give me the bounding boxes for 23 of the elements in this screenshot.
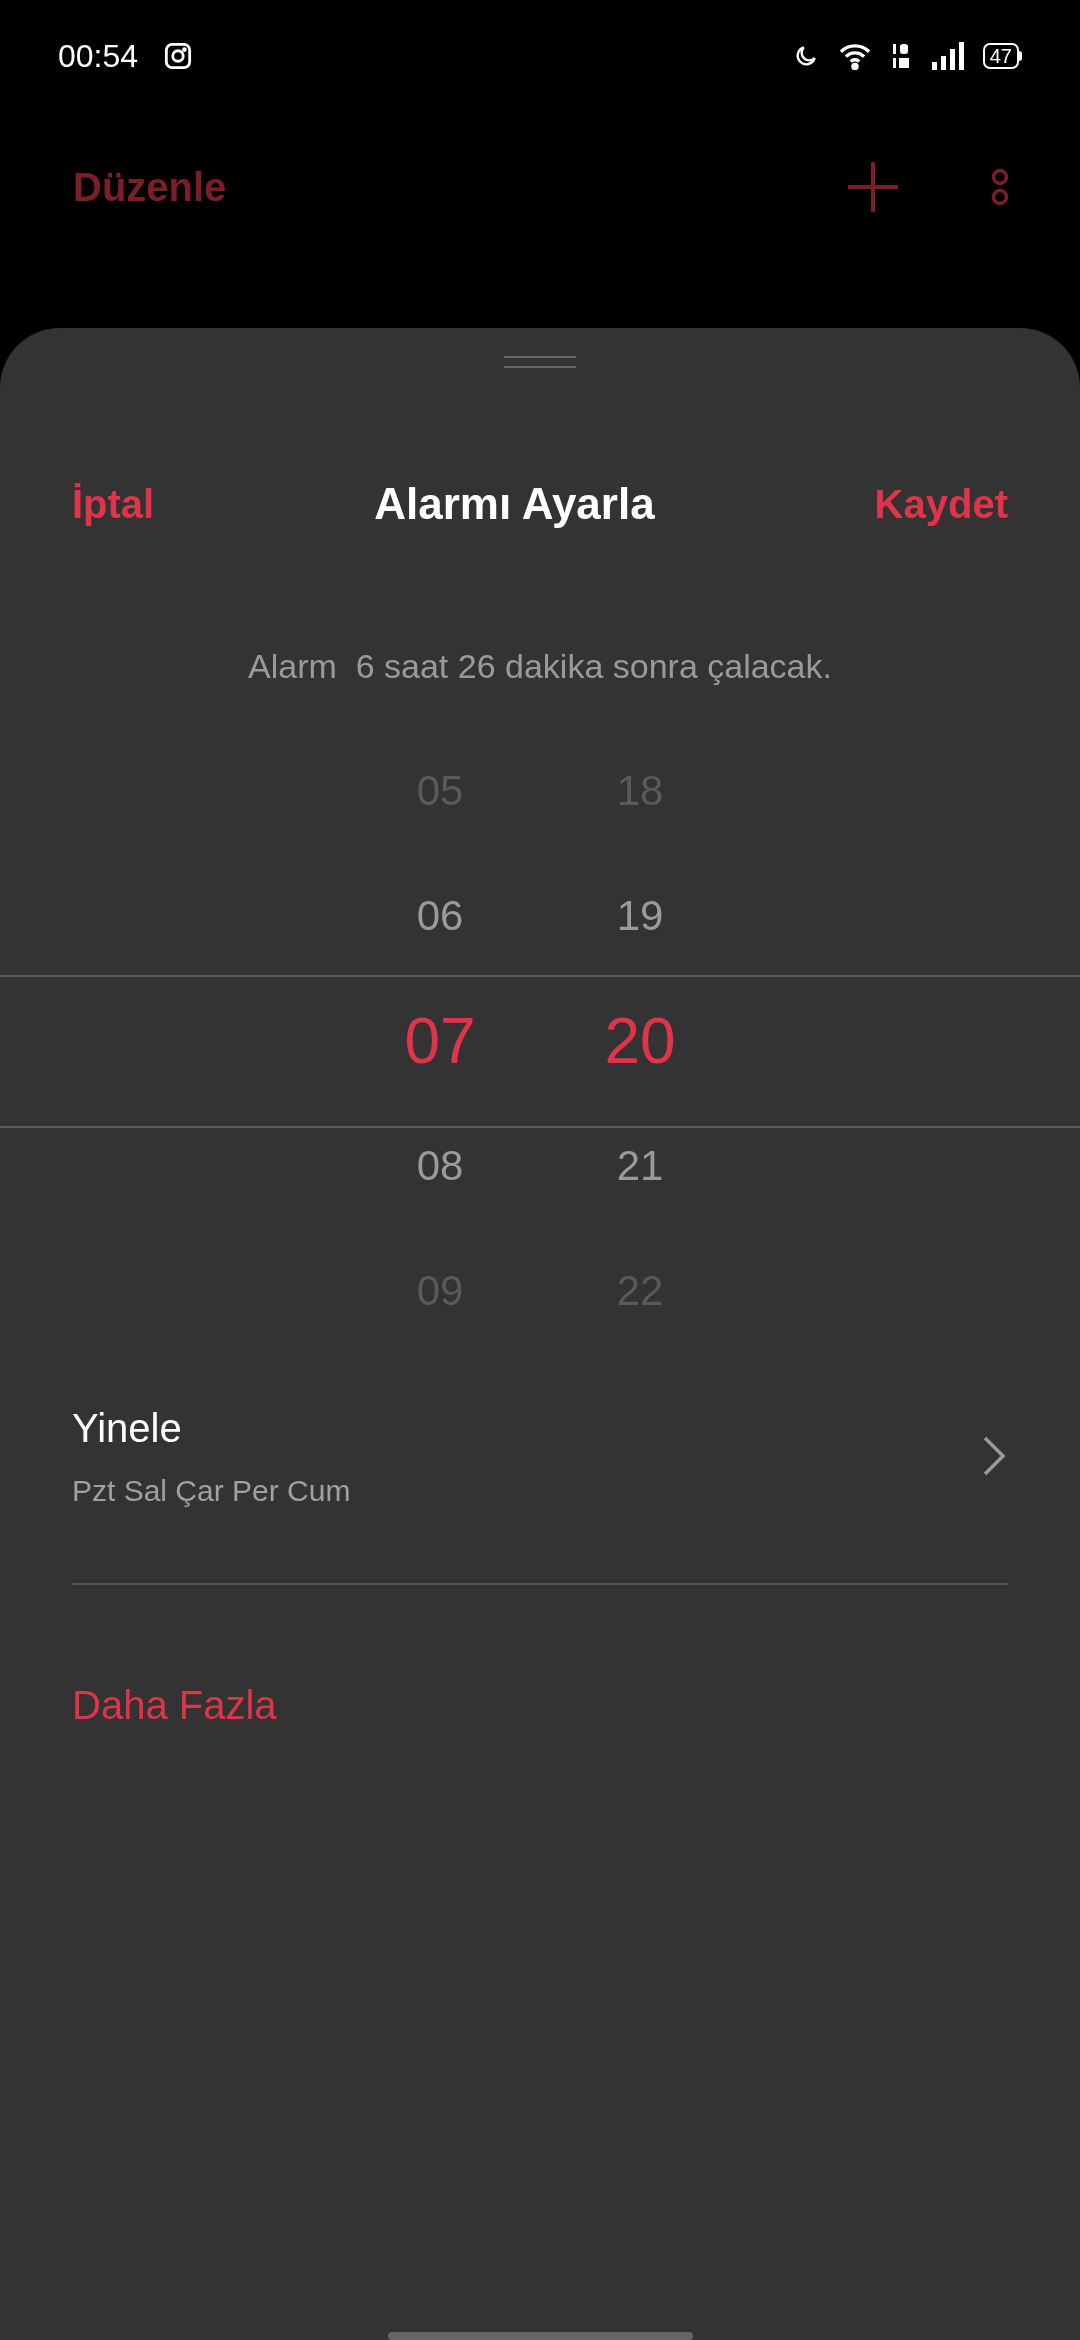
more-icon[interactable] <box>990 167 1010 207</box>
picker-value[interactable]: 20 <box>604 1008 676 1073</box>
picker-value[interactable]: 07 <box>404 1008 476 1073</box>
repeat-row[interactable]: Yinele Pzt Sal Çar Per Cum <box>72 1398 1008 1585</box>
camera-icon <box>164 42 193 70</box>
status-time: 00:54 <box>58 37 139 76</box>
plus-icon[interactable] <box>848 162 898 212</box>
battery-icon: 47 <box>982 43 1022 69</box>
sheet-title: Alarmı Ayarla <box>374 478 655 530</box>
repeat-title: Yinele <box>72 1405 183 1452</box>
chevron-right-icon <box>982 1434 1008 1477</box>
more-button[interactable]: Daha Fazla <box>72 1675 277 1735</box>
picker-value[interactable]: 21 <box>616 1144 664 1187</box>
drag-handle[interactable] <box>504 356 576 368</box>
save-button[interactable]: Kaydet <box>874 474 1008 534</box>
signal-icon <box>930 42 965 70</box>
repeat-days: Pzt Sal Çar Per Cum <box>72 1468 351 1513</box>
picker-value[interactable]: 19 <box>616 894 664 937</box>
edit-button[interactable]: Düzenle <box>73 157 227 217</box>
cancel-button[interactable]: İptal <box>72 474 155 534</box>
picker-value[interactable]: 06 <box>416 894 464 937</box>
alarm-info: Alarm 6 saat 26 dakika sonra çalacak. <box>248 646 832 687</box>
picker-value[interactable]: 08 <box>416 1144 464 1187</box>
